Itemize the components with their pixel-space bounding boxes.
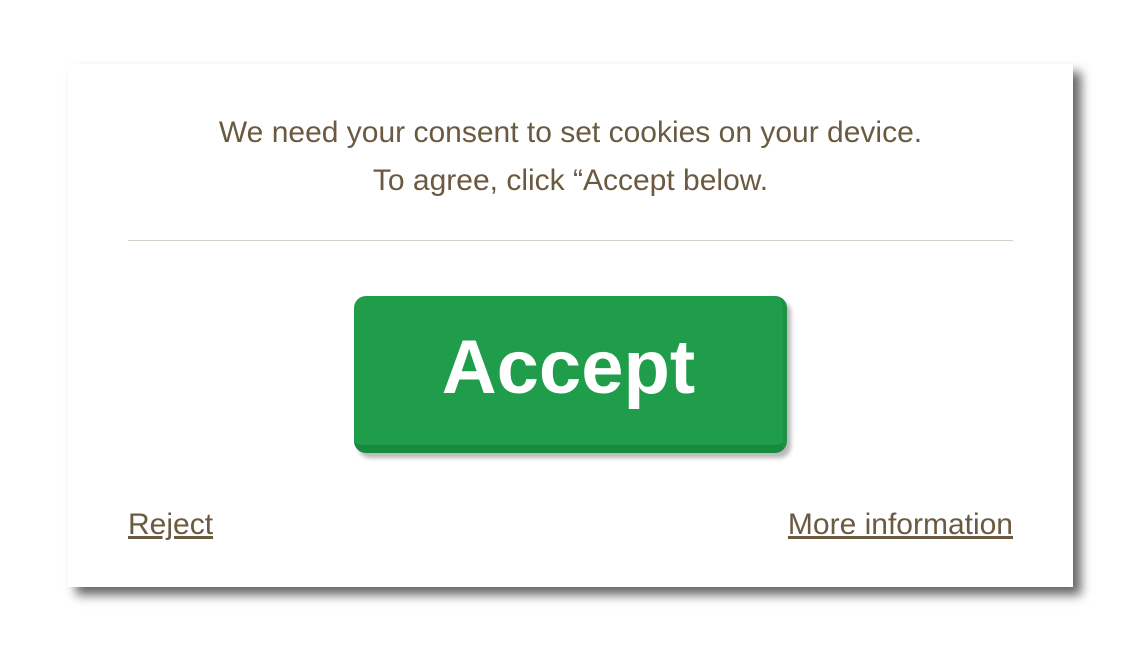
links-row: Reject More information [128, 508, 1013, 542]
consent-message-line2: To agree, click “Accept below. [373, 164, 768, 197]
divider [128, 240, 1013, 241]
consent-message-line1: We need your consent to set cookies on y… [219, 116, 922, 149]
cookie-consent-dialog: We need your consent to set cookies on y… [68, 64, 1073, 587]
more-information-link[interactable]: More information [788, 508, 1013, 542]
accept-button[interactable]: Accept [354, 296, 787, 453]
reject-link[interactable]: Reject [128, 508, 213, 542]
accept-button-container: Accept [128, 296, 1013, 453]
consent-message: We need your consent to set cookies on y… [128, 109, 1013, 205]
